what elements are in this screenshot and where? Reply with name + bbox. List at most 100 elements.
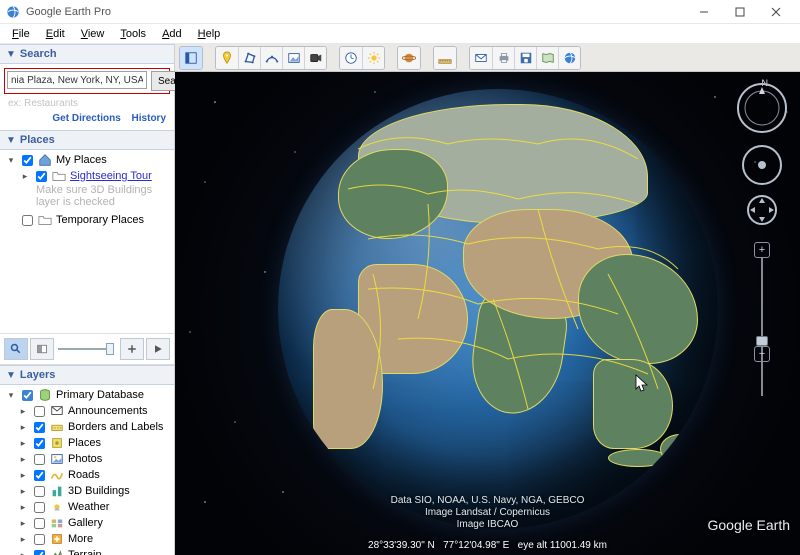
zoom-in-button[interactable]: +: [754, 242, 770, 258]
layer-item-places[interactable]: ▸Places: [2, 435, 172, 451]
disclosure-icon[interactable]: ▾: [6, 155, 16, 166]
map-viewport[interactable]: N + − Data SIO, NOAA, U.S. Navy, NGA, GE…: [175, 72, 800, 555]
layer-label: Terrain: [66, 549, 102, 555]
disclosure-icon[interactable]: ▸: [18, 518, 28, 529]
menu-file[interactable]: File: [4, 26, 38, 42]
layer-item-weather[interactable]: ▸Weather: [2, 499, 172, 515]
disclosure-icon[interactable]: ▸: [18, 422, 28, 433]
roads-icon: [50, 468, 64, 482]
add-path-button[interactable]: [260, 47, 282, 69]
window-minimize-button[interactable]: [686, 2, 722, 22]
checkbox[interactable]: [34, 438, 45, 449]
announcements-icon: [50, 404, 64, 418]
disclosure-icon[interactable]: ▸: [18, 550, 28, 555]
disclosure-icon[interactable]: ▸: [18, 486, 28, 497]
sidebar: ▼ Search Search ex: Restaurants Get Dire…: [0, 44, 175, 555]
disclosure-icon[interactable]: ▸: [18, 454, 28, 465]
planets-button[interactable]: [398, 47, 420, 69]
menu-tools[interactable]: Tools: [112, 26, 154, 42]
disclosure-icon[interactable]: ▸: [20, 171, 30, 182]
collapse-icon: ▼: [6, 49, 16, 60]
layer-item-gallery[interactable]: ▸ Gallery: [2, 515, 172, 531]
checkbox[interactable]: [22, 215, 33, 226]
save-image-button[interactable]: [514, 47, 536, 69]
checkbox[interactable]: [36, 171, 47, 182]
layers-root[interactable]: ▾ Primary Database: [2, 387, 172, 403]
sunlight-button[interactable]: [362, 47, 384, 69]
checkbox[interactable]: [34, 502, 45, 513]
more-icon: [50, 532, 64, 546]
historical-imagery-button[interactable]: [340, 47, 362, 69]
checkbox[interactable]: [34, 486, 45, 497]
search-input[interactable]: [7, 71, 147, 89]
window-close-button[interactable]: [758, 2, 794, 22]
add-polygon-button[interactable]: [238, 47, 260, 69]
search-section-header[interactable]: ▼ Search: [0, 44, 174, 64]
print-button[interactable]: [492, 47, 514, 69]
main-toolbar: [175, 44, 800, 72]
opacity-slider[interactable]: [56, 343, 118, 355]
layer-item-announcements[interactable]: ▸Announcements: [2, 403, 172, 419]
places-search-button[interactable]: [4, 338, 28, 360]
toggle-sidebar-button[interactable]: [180, 47, 202, 69]
layer-label: More: [66, 533, 93, 545]
places-opacity-button[interactable]: [30, 338, 54, 360]
menu-add[interactable]: Add: [154, 26, 190, 42]
view-in-maps-button[interactable]: [536, 47, 558, 69]
menubar: File Edit View Tools Add Help: [0, 24, 800, 44]
email-button[interactable]: [470, 47, 492, 69]
layer-item-terrain[interactable]: ▸ Terrain: [2, 547, 172, 555]
places-temporary[interactable]: Temporary Places: [2, 212, 172, 228]
share-button[interactable]: [558, 47, 580, 69]
history-link[interactable]: History: [132, 113, 166, 124]
menu-help[interactable]: Help: [190, 26, 229, 42]
checkbox[interactable]: [34, 406, 45, 417]
zoom-thumb[interactable]: [756, 336, 768, 346]
add-places-button[interactable]: [120, 338, 144, 360]
folder-icon: [38, 213, 52, 227]
look-compass[interactable]: [736, 82, 788, 134]
places-sightseeing-tour[interactable]: ▸ Sightseeing Tour: [2, 168, 172, 184]
checkbox[interactable]: [34, 518, 45, 529]
collapse-icon: ▼: [6, 370, 16, 381]
checkbox[interactable]: [34, 534, 45, 545]
checkbox[interactable]: [22, 155, 33, 166]
disclosure-icon[interactable]: ▸: [18, 438, 28, 449]
look-joystick[interactable]: [741, 144, 783, 186]
places-section-header[interactable]: ▼ Places: [0, 130, 174, 150]
add-placemark-button[interactable]: [216, 47, 238, 69]
checkbox[interactable]: [22, 390, 33, 401]
zoom-out-button[interactable]: −: [754, 346, 770, 362]
get-directions-link[interactable]: Get Directions: [52, 113, 120, 124]
layer-label: Gallery: [66, 517, 103, 529]
disclosure-icon[interactable]: ▸: [18, 502, 28, 513]
layer-item-borders-and-labels[interactable]: ▸Borders and Labels: [2, 419, 172, 435]
places-my-places[interactable]: ▾ My Places: [2, 152, 172, 168]
layer-item-roads[interactable]: ▸Roads: [2, 467, 172, 483]
menu-view[interactable]: View: [73, 26, 113, 42]
zoom-slider[interactable]: + −: [754, 242, 770, 362]
places-icon: [50, 436, 64, 450]
layer-item-3d-buildings[interactable]: ▸3D Buildings: [2, 483, 172, 499]
checkbox[interactable]: [34, 550, 45, 555]
disclosure-icon[interactable]: ▸: [18, 406, 28, 417]
disclosure-icon[interactable]: ▸: [18, 470, 28, 481]
status-eye-alt: eye alt 11001.49 km: [518, 540, 607, 551]
checkbox[interactable]: [34, 454, 45, 465]
window-maximize-button[interactable]: [722, 2, 758, 22]
layer-item-photos[interactable]: ▸Photos: [2, 451, 172, 467]
layer-item-more[interactable]: ▸ More: [2, 531, 172, 547]
record-tour-button[interactable]: [304, 47, 326, 69]
disclosure-icon[interactable]: ▾: [6, 390, 16, 401]
layers-section-header[interactable]: ▼ Layers: [0, 365, 174, 385]
checkbox[interactable]: [34, 422, 45, 433]
disclosure-icon[interactable]: ▸: [18, 534, 28, 545]
menu-edit[interactable]: Edit: [38, 26, 73, 42]
ruler-button[interactable]: [434, 47, 456, 69]
add-image-overlay-button[interactable]: [282, 47, 304, 69]
titlebar: Google Earth Pro: [0, 0, 800, 24]
play-tour-button[interactable]: [146, 338, 170, 360]
checkbox[interactable]: [34, 470, 45, 481]
pan-joystick[interactable]: [746, 194, 778, 226]
terrain-icon: [50, 548, 64, 555]
